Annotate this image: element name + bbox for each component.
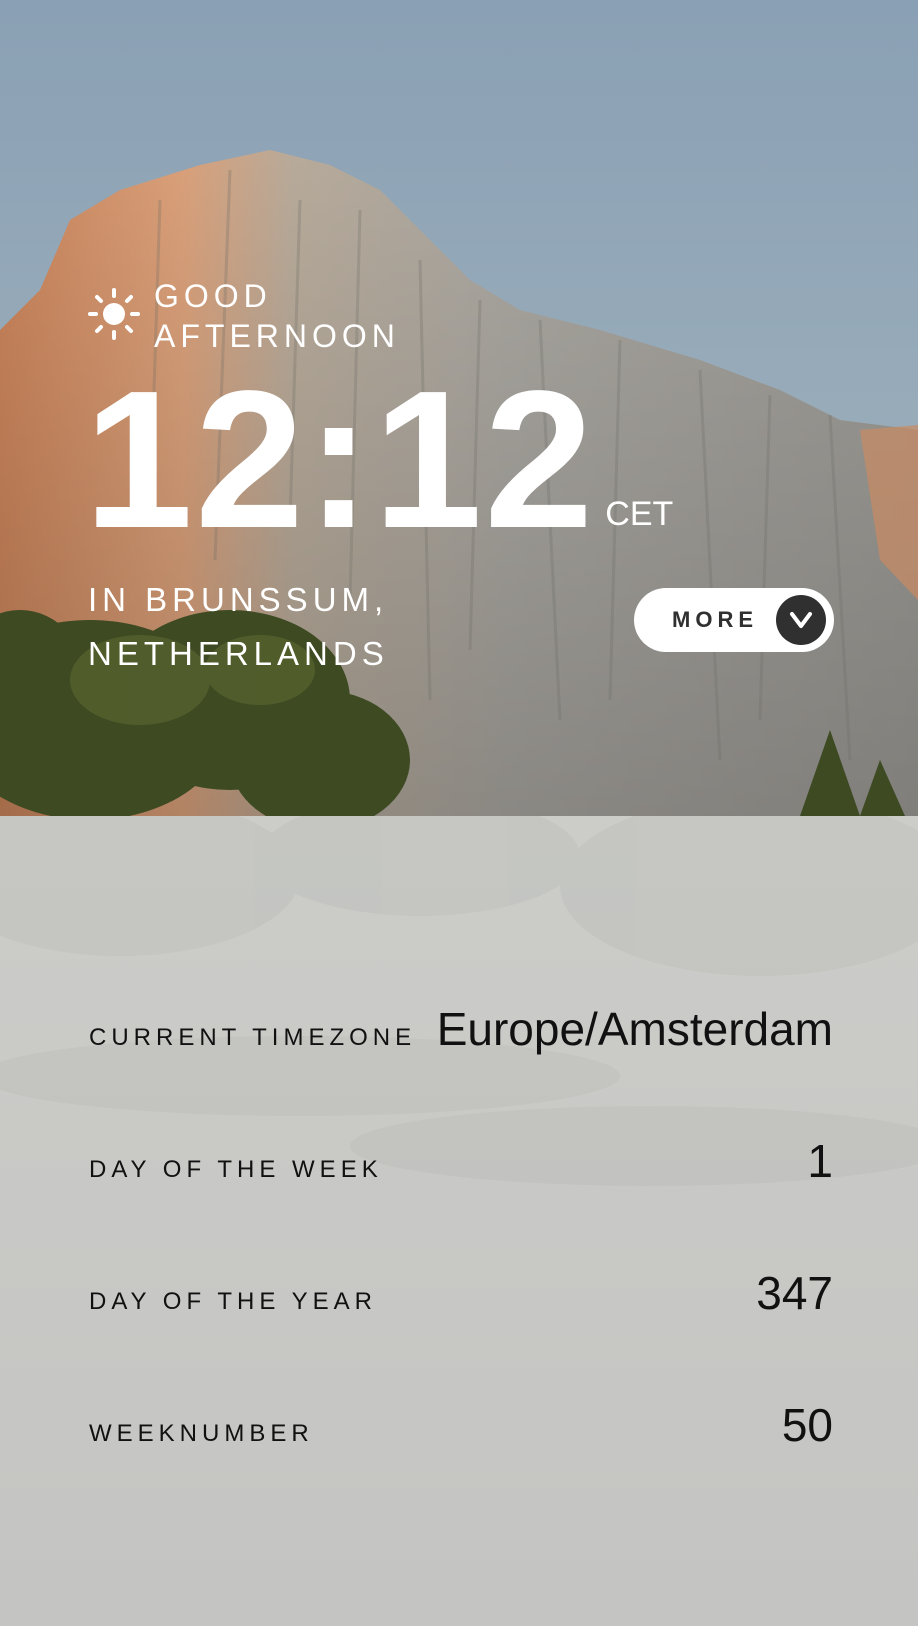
detail-label: DAY OF THE YEAR [89, 1288, 377, 1315]
chevron-down-icon [776, 595, 826, 645]
greeting-text: GOOD AFTERNOON [154, 276, 400, 356]
detail-row-day-of-week: DAY OF THE WEEK 1 [89, 1134, 833, 1188]
detail-label: WEEKNUMBER [89, 1420, 314, 1447]
detail-label: CURRENT TIMEZONE [89, 1024, 417, 1051]
greeting: GOOD AFTERNOON [88, 276, 400, 356]
background-landscape-image: GOOD AFTERNOON 12:12 CET IN BRUNSSUM, NE… [0, 0, 918, 816]
clock-display: 12:12 CET [84, 350, 674, 569]
detail-row-day-of-year: DAY OF THE YEAR 347 [89, 1266, 833, 1320]
more-button-label: MORE [672, 607, 758, 632]
detail-value: 50 [781, 1399, 833, 1451]
greeting-line-1: GOOD [154, 278, 272, 314]
sun-icon [88, 288, 140, 340]
detail-value: 1 [807, 1135, 833, 1187]
location-line-2: NETHERLANDS [88, 635, 389, 672]
more-button[interactable]: MORE [634, 588, 834, 652]
location-line-1: IN BRUNSSUM, [88, 581, 389, 618]
detail-label: DAY OF THE WEEK [89, 1156, 383, 1183]
blurred-background [0, 816, 918, 1186]
current-time: 12:12 [84, 350, 596, 569]
detail-value: 347 [756, 1267, 833, 1319]
detail-row-timezone: CURRENT TIMEZONE Europe/Amsterdam [89, 1002, 833, 1056]
timezone-abbreviation: CET [605, 495, 674, 533]
detail-row-weeknumber: WEEKNUMBER 50 [89, 1398, 833, 1452]
clock-app: GOOD AFTERNOON 12:12 CET IN BRUNSSUM, NE… [0, 0, 918, 1626]
details-panel: CURRENT TIMEZONE Europe/Amsterdam DAY OF… [0, 816, 918, 1626]
location: IN BRUNSSUM, NETHERLANDS [88, 573, 389, 681]
detail-value: Europe/Amsterdam [436, 1003, 833, 1055]
